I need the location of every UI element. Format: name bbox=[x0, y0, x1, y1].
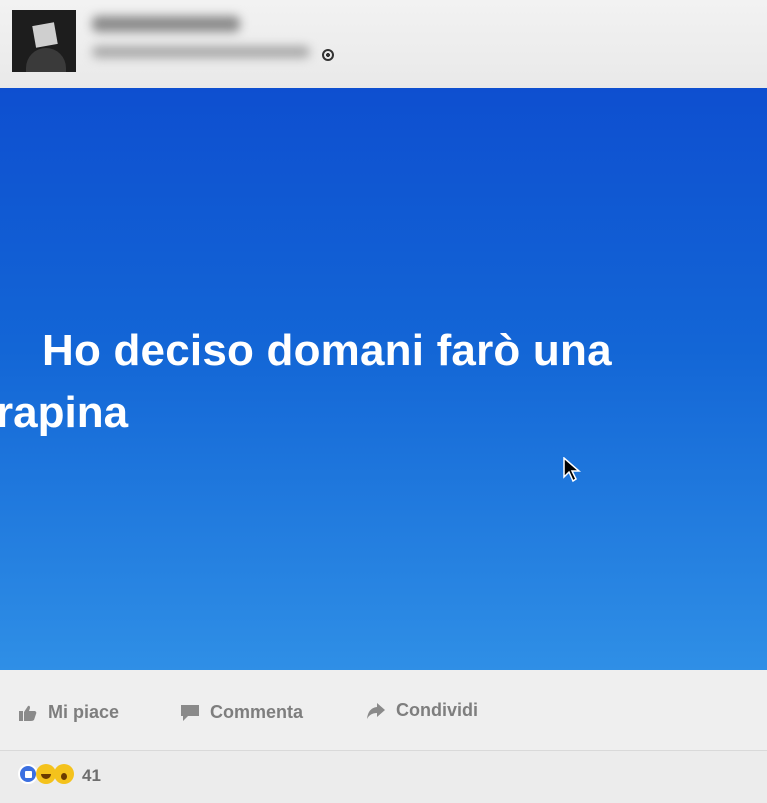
globe-icon bbox=[322, 49, 334, 61]
haha-icon bbox=[36, 764, 56, 784]
like-icon bbox=[18, 764, 38, 784]
reaction-count[interactable]: 41 bbox=[82, 766, 101, 786]
post-text-line-2: rapina bbox=[0, 388, 129, 437]
wow-icon bbox=[54, 764, 74, 784]
like-button[interactable]: Mi piace bbox=[18, 702, 119, 723]
share-button[interactable]: Condividi bbox=[366, 700, 478, 721]
post-background: Ho deciso domani farò una rapina bbox=[0, 88, 767, 670]
comment-button-label: Commenta bbox=[210, 702, 304, 722]
avatar[interactable] bbox=[12, 10, 76, 72]
thumbs-up-icon bbox=[19, 705, 37, 721]
share-arrow-icon bbox=[367, 702, 385, 719]
mouse-cursor-icon bbox=[563, 457, 582, 483]
post-text-line-1: Ho deciso domani farò una bbox=[42, 326, 612, 375]
comment-icon bbox=[181, 704, 199, 721]
like-button-label: Mi piace bbox=[48, 702, 120, 722]
reactions-summary[interactable]: 41 bbox=[0, 751, 767, 803]
post-header bbox=[0, 0, 767, 88]
post-actions-bar: Mi piace Commenta Condividi bbox=[0, 670, 767, 750]
author-name-blurred[interactable] bbox=[92, 16, 240, 32]
share-button-label: Condividi bbox=[396, 700, 478, 720]
post-timestamp-blurred[interactable] bbox=[92, 46, 310, 58]
comment-button[interactable]: Commenta bbox=[180, 702, 303, 723]
